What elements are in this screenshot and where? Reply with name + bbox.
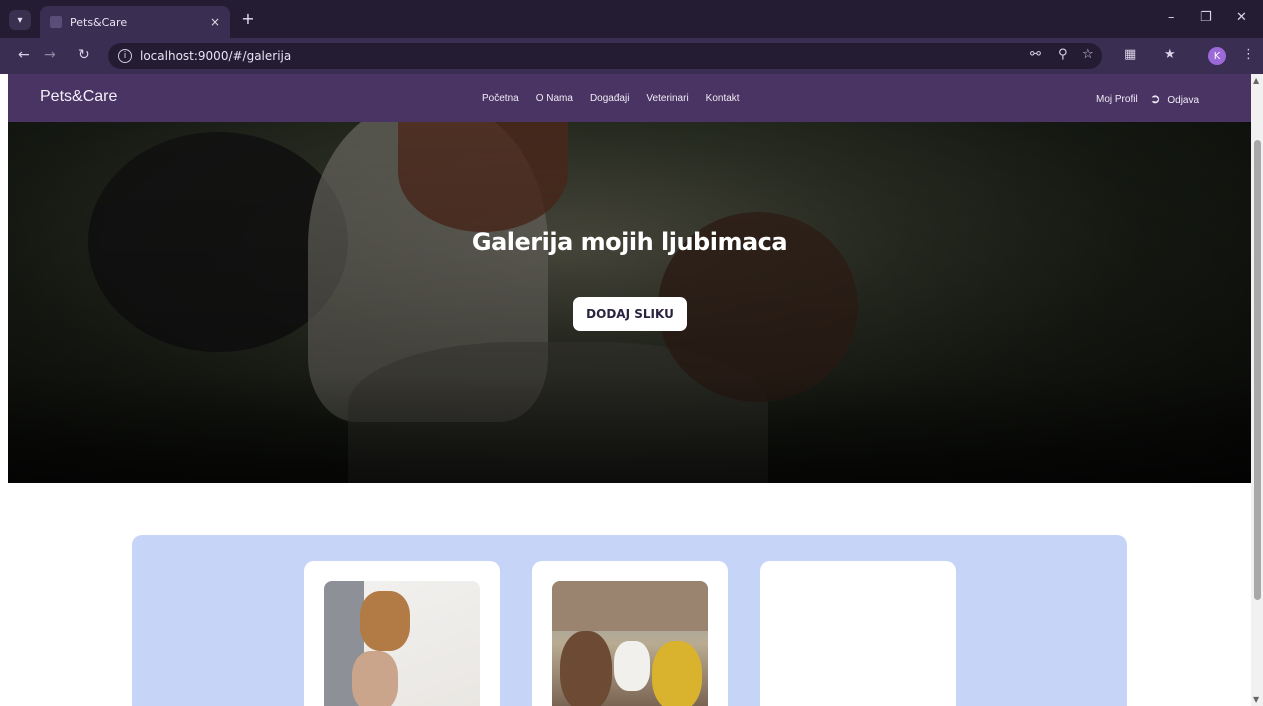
- browser-tab-bar: ▾ Pets&Care × + – ❐ ✕: [0, 0, 1263, 38]
- logout-label: Odjava: [1167, 95, 1200, 106]
- nav-link-o-nama[interactable]: O Nama: [536, 93, 573, 104]
- bookmark-star-icon[interactable]: ☆: [1082, 47, 1094, 62]
- nav-link-kontakt[interactable]: Kontakt: [706, 93, 740, 104]
- password-key-icon[interactable]: ⚯: [1030, 47, 1041, 62]
- tab-search-chevron-icon[interactable]: ▾: [9, 10, 31, 30]
- hero-banner: Galerija mojih ljubimaca DODAJ SLIKU: [8, 122, 1251, 483]
- site-info-icon[interactable]: i: [118, 49, 132, 63]
- browser-tab[interactable]: Pets&Care ×: [40, 6, 230, 38]
- restore-icon[interactable]: ❐: [1200, 10, 1212, 25]
- nav-user-links: Moj Profil ➲ Odjava: [1096, 91, 1199, 107]
- nav-link-dogadaji[interactable]: Događaji: [590, 93, 629, 104]
- scroll-up-icon[interactable]: ▲: [1253, 76, 1259, 85]
- tab-close-icon[interactable]: ×: [210, 15, 220, 29]
- new-tab-button[interactable]: +: [238, 8, 258, 28]
- extensions-icon[interactable]: ▦: [1124, 47, 1136, 62]
- page-title: Galerija mojih ljubimaca: [471, 228, 788, 256]
- add-image-button[interactable]: DODAJ SLIKU: [573, 297, 687, 331]
- logout-icon: ➲: [1149, 91, 1161, 106]
- browser-menu-icon[interactable]: ⋮: [1242, 47, 1255, 62]
- nav-links: Početna O Nama Događaji Veterinari Konta…: [482, 93, 740, 104]
- gallery-card[interactable]: [304, 561, 500, 706]
- gallery-card[interactable]: [532, 561, 728, 706]
- page-scrollbar[interactable]: ▲ ▼: [1251, 74, 1263, 706]
- bookmarks-icon[interactable]: ★: [1164, 47, 1176, 62]
- nav-link-profile[interactable]: Moj Profil: [1096, 94, 1138, 105]
- favicon-icon: [50, 16, 62, 28]
- gallery-photo[interactable]: [324, 581, 480, 706]
- reload-icon[interactable]: ↻: [78, 47, 90, 63]
- logout-link[interactable]: ➲ Odjava: [1150, 91, 1199, 107]
- browser-address-bar: ← → ↻ i localhost:9000/#/galerija ⚯ ⚲ ☆ …: [0, 38, 1263, 74]
- url-text: localhost:9000/#/galerija: [140, 49, 292, 63]
- back-icon[interactable]: ←: [18, 47, 30, 63]
- nav-link-veterinari[interactable]: Veterinari: [646, 93, 688, 104]
- minimize-icon[interactable]: –: [1168, 10, 1175, 25]
- site-brand[interactable]: Pets&Care: [40, 88, 117, 106]
- url-input[interactable]: i localhost:9000/#/galerija: [108, 43, 1102, 69]
- gallery-panel: [132, 535, 1127, 706]
- gallery-photo[interactable]: [552, 581, 708, 706]
- scroll-thumb[interactable]: [1254, 140, 1261, 600]
- gallery-card-empty[interactable]: [760, 561, 956, 706]
- nav-link-pocetna[interactable]: Početna: [482, 93, 519, 104]
- zoom-icon[interactable]: ⚲: [1058, 47, 1068, 62]
- forward-icon[interactable]: →: [44, 47, 56, 63]
- profile-avatar[interactable]: K: [1208, 47, 1226, 65]
- window-close-icon[interactable]: ✕: [1236, 10, 1247, 25]
- scroll-down-icon[interactable]: ▼: [1253, 695, 1259, 704]
- site-navbar: Pets&Care Početna O Nama Događaji Veteri…: [8, 74, 1251, 122]
- tab-title: Pets&Care: [70, 15, 128, 29]
